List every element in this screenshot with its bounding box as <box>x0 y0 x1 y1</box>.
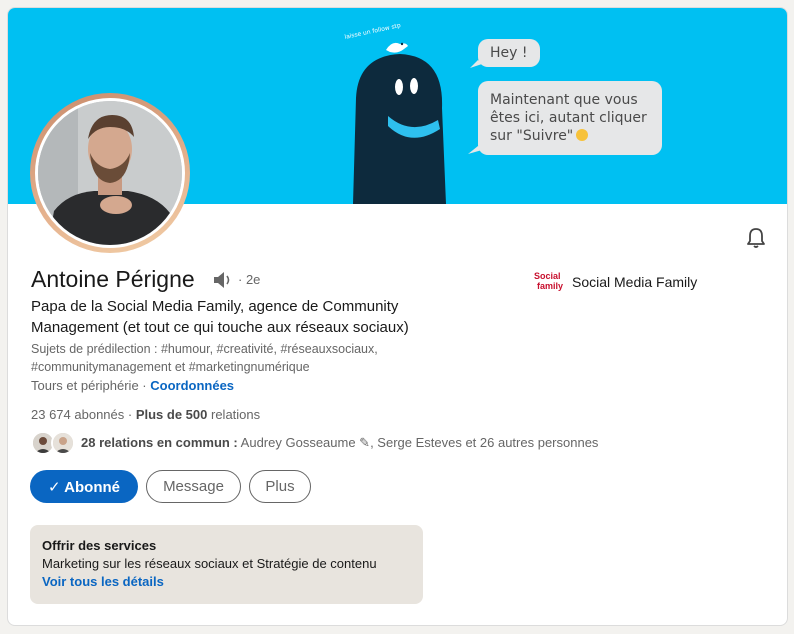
mutual-avatar-2-icon <box>53 433 73 453</box>
bell-icon[interactable] <box>744 226 768 250</box>
wink-emoji-icon <box>576 129 589 141</box>
services-details-link[interactable]: Voir tous les détails <box>42 573 411 591</box>
profile-card: laisse un follow stp Hey ! Maintenant qu… <box>7 7 788 626</box>
connection-degree: · 2e <box>238 272 261 287</box>
speech-bubble-hey: Hey ! <box>478 39 540 67</box>
services-description: Marketing sur les réseaux sociaux et Str… <box>42 556 377 571</box>
avatar <box>35 98 185 248</box>
mutual-avatar-1-icon <box>33 433 53 453</box>
mutual-avatar-2 <box>51 431 75 455</box>
following-button[interactable]: ✓ Abonné <box>30 470 138 503</box>
speaker-icon[interactable] <box>212 270 234 290</box>
followers-count[interactable]: 23 674 abonnés <box>31 407 124 422</box>
speech-bubble-main: Maintenant que vous êtes ici, autant cli… <box>478 81 662 155</box>
services-title: Offrir des services <box>42 538 157 553</box>
speech-bubble-main-text: Maintenant que vous êtes ici, autant cli… <box>490 92 647 144</box>
profile-topics: Sujets de prédilection : #humour, #creat… <box>31 342 378 374</box>
message-button[interactable]: Message <box>146 470 241 503</box>
more-button[interactable]: Plus <box>249 470 311 503</box>
location-text: Tours et périphérie · <box>31 378 147 393</box>
mutual-connections-names: Audrey Gosseaume ✎, Serge Esteves et 26 … <box>240 435 599 450</box>
profile-stats: 23 674 abonnés · Plus de 500 relations <box>31 407 261 422</box>
mutual-connections[interactable]: 28 relations en commun : Audrey Gosseaum… <box>31 431 598 455</box>
company-logo: Social family <box>533 270 564 294</box>
avatar-portrait-icon <box>38 101 182 245</box>
profile-name: Antoine Périgne <box>31 266 195 292</box>
company-logo-line2: family <box>537 281 564 291</box>
connections-suffix: relations <box>211 407 261 422</box>
profile-location: Tours et périphérie · Coordonnées <box>31 378 234 393</box>
services-box: Offrir des services Marketing sur les ré… <box>30 525 423 604</box>
current-company[interactable]: Social family Social Media Family <box>533 270 697 294</box>
company-logo-line1: Social <box>534 271 561 281</box>
mutual-connections-text: 28 relations en commun : Audrey Gosseaum… <box>81 435 598 451</box>
connections-count[interactable]: Plus de 500 <box>136 407 208 422</box>
contact-info-link[interactable]: Coordonnées <box>150 378 234 393</box>
mutual-connections-count: 28 relations en commun : <box>81 435 238 450</box>
profile-headline: Papa de la Social Media Family, agence d… <box>31 298 409 336</box>
company-name: Social Media Family <box>572 274 698 290</box>
profile-photo[interactable] <box>30 93 190 253</box>
